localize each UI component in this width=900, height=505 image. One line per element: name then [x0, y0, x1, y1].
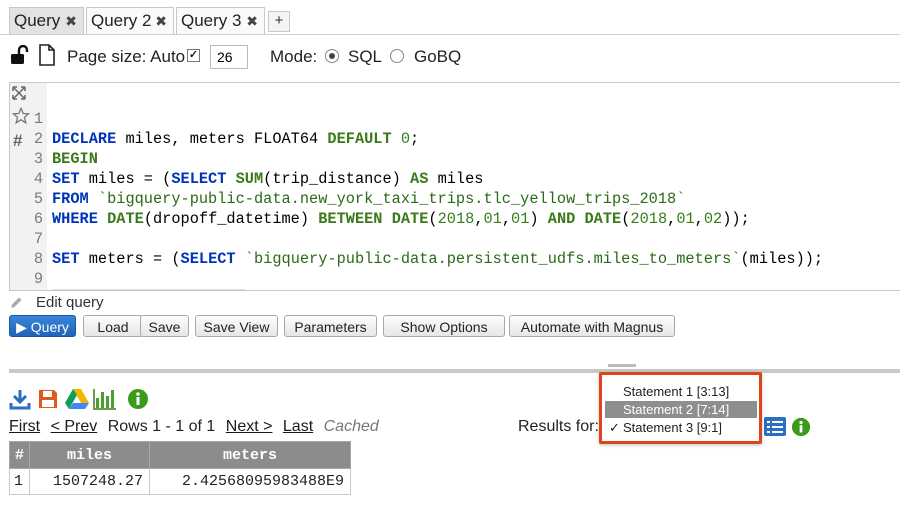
next-page-link[interactable]: Next > [226, 418, 273, 435]
pager: First < Prev Rows 1 - 1 of 1 Next > Last… [9, 418, 379, 436]
automate-magnus-button[interactable]: Automate with Magnus [509, 315, 675, 337]
add-tab-button[interactable]: + [268, 11, 290, 32]
statement-select-dropdown[interactable]: Statement 1 [3:13] Statement 2 [7:14] ✓ … [599, 372, 762, 444]
google-drive-icon[interactable] [65, 388, 89, 415]
tab-query[interactable]: Query ✖ [9, 7, 84, 34]
results-divider[interactable] [9, 369, 900, 373]
tab-label: Query 2 [91, 11, 152, 30]
document-icon[interactable] [38, 44, 56, 71]
cached-label: Cached [323, 418, 379, 435]
save-icon[interactable] [37, 388, 59, 415]
divider [0, 34, 900, 35]
code-line: 3 SET miles = (SELECT SUM(trip_distance)… [33, 150, 484, 188]
tab-query-2[interactable]: Query 2 ✖ [86, 7, 174, 34]
code-line: 2 BEGIN [33, 130, 98, 168]
mode-gobq-radio[interactable] [390, 49, 404, 63]
code-line: 7 SET meters = (SELECT `bigquery-public-… [33, 230, 824, 268]
info-icon[interactable] [791, 417, 811, 442]
mode-sql-radio[interactable] [325, 49, 339, 63]
last-page-link[interactable]: Last [283, 418, 313, 435]
info-icon[interactable] [127, 388, 149, 415]
close-icon[interactable]: ✖ [246, 8, 258, 34]
column-header[interactable]: miles [29, 441, 151, 469]
results-for-label: Results for: [518, 418, 599, 435]
table-cell: 2.42568095983488E9 [149, 468, 352, 495]
parameters-button[interactable]: Parameters [284, 315, 377, 337]
resize-handle[interactable] [608, 364, 636, 367]
table-row: 1 1507248.27 2.42568095983488E9 [8, 468, 352, 495]
results-table: # miles meters 1 1507248.27 2.4256809598… [8, 441, 352, 495]
table-cell: 1507248.27 [29, 468, 151, 495]
code-line: 8 [33, 250, 43, 268]
tab-label: Query [14, 11, 61, 30]
tab-label: Query 3 [181, 11, 242, 30]
save-view-button[interactable]: Save View [195, 315, 278, 337]
page-size-label: Page size: Auto [67, 47, 186, 66]
show-options-button[interactable]: Show Options [383, 315, 505, 337]
load-button[interactable]: Load [83, 315, 143, 337]
toolbar: Page size: Auto ✓ Mode: SQL GoBQ [0, 42, 900, 72]
unlock-icon[interactable] [10, 44, 30, 70]
download-icon[interactable] [9, 388, 31, 415]
code-line: 9 SELECT miles, meters; [10, 249, 900, 290]
code-line: 5 WHERE DATE(dropoff_datetime) BETWEEN D… [33, 190, 750, 228]
mode-label: Mode: [270, 47, 318, 66]
table-cell: 1 [8, 468, 31, 495]
tab-query-3[interactable]: Query 3 ✖ [176, 7, 265, 34]
code-line: 1 DECLARE miles, meters FLOAT64 DEFAULT … [33, 110, 420, 148]
tab-bar: Query ✖ Query 2 ✖ Query 3 ✖ + [0, 0, 900, 36]
statement-option[interactable]: ✓ Statement 3 [9:1] [605, 419, 757, 436]
rows-count: Rows 1 - 1 of 1 [107, 418, 216, 435]
column-header[interactable]: # [8, 441, 31, 469]
first-page-link[interactable]: First [9, 418, 40, 435]
edit-query-label: Edit query [36, 294, 104, 311]
save-button[interactable]: Save [140, 315, 189, 337]
run-query-button[interactable]: ▶ Query [9, 315, 76, 337]
pencil-icon [9, 296, 23, 314]
close-icon[interactable]: ✖ [65, 8, 77, 34]
mode-sql-label: SQL [348, 47, 383, 66]
table-header-row: # miles meters [8, 441, 352, 469]
prev-page-link[interactable]: < Prev [51, 418, 98, 435]
code-line: 10 END; [10, 269, 900, 289]
page-size-input[interactable] [210, 45, 248, 69]
checkmark-icon: ✓ [609, 420, 620, 435]
statement-option[interactable]: Statement 1 [3:13] [605, 383, 757, 400]
chart-icon[interactable] [93, 388, 117, 415]
statement-option[interactable]: Statement 2 [7:14] [605, 401, 757, 418]
mode-gobq-label: GoBQ [414, 47, 462, 66]
code-line: 6 [33, 210, 43, 228]
column-header[interactable]: meters [149, 441, 352, 469]
list-view-icon[interactable] [764, 417, 786, 442]
code-lines: 1 DECLARE miles, meters FLOAT64 DEFAULT … [10, 89, 900, 290]
query-editor[interactable]: # 1 DECLARE miles, meters FLOAT64 DEFAUL… [9, 82, 900, 291]
close-icon[interactable]: ✖ [155, 8, 167, 34]
page-size-auto-checkbox[interactable]: ✓ [187, 49, 200, 62]
code-line: 4 FROM `bigquery-public-data.new_york_ta… [33, 170, 686, 208]
